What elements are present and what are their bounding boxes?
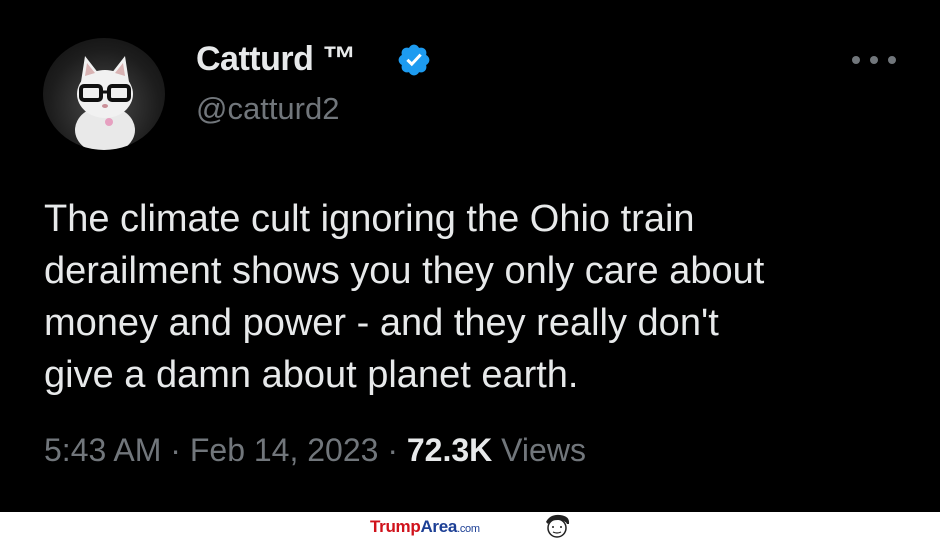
tweet-text: The climate cult ignoring the Ohio train… — [44, 198, 765, 396]
more-dot — [888, 56, 896, 64]
trumparea-logo: TrumpArea.com — [370, 517, 480, 537]
mascot-face-icon — [546, 514, 570, 538]
logo-part-domain: .com — [457, 523, 480, 535]
views-count[interactable]: 72.3K — [407, 432, 492, 468]
tweet-metadata: 5:43 AM · Feb 14, 2023 · 72.3K Views — [44, 432, 586, 469]
more-dot — [870, 56, 878, 64]
logo-part-trump: Trump — [370, 517, 421, 536]
meta-separator: · — [387, 432, 398, 468]
meta-separator: · — [170, 432, 181, 468]
verified-badge-icon — [398, 44, 430, 76]
views-label: Views — [501, 432, 586, 468]
display-name[interactable]: Catturd ™ — [196, 40, 356, 79]
tweet-time[interactable]: 5:43 AM — [44, 432, 161, 468]
user-handle[interactable]: @catturd2 — [196, 91, 339, 127]
watermark-footer: TrumpArea.com — [0, 512, 940, 538]
tweet-card: Catturd ™ @catturd2 The climate cult ign… — [0, 0, 940, 512]
more-dot — [852, 56, 860, 64]
tweet-date[interactable]: Feb 14, 2023 — [190, 432, 379, 468]
avatar[interactable] — [43, 38, 165, 150]
more-options-icon[interactable] — [852, 50, 896, 70]
cat-avatar-image — [75, 56, 135, 150]
logo-part-area: Area — [420, 517, 458, 536]
